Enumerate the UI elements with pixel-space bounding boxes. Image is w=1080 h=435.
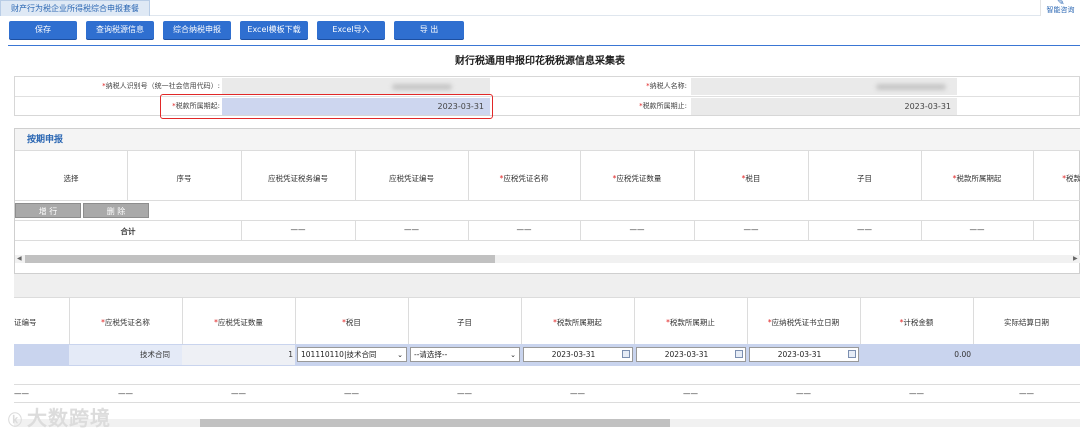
row-cert-qty[interactable]: 1 [182, 345, 295, 365]
save-button[interactable]: 保存 [9, 21, 77, 39]
total-cell: —— [404, 225, 419, 234]
dash-cell: —— [570, 389, 585, 398]
period-end-date-input[interactable]: 2023-03-31 [636, 347, 746, 362]
dash-cell: —— [683, 389, 698, 398]
header-tax-item: *税目 [741, 174, 761, 183]
header-cert-qty: *应税凭证数量 [612, 174, 662, 183]
toolbar-divider [8, 45, 1080, 46]
detail-header-sign-date: *应纳税凭证书立日期 [767, 318, 840, 327]
smart-assistant-button[interactable]: ✎ 智能咨询 [1040, 0, 1080, 16]
period-start-highlight [160, 94, 493, 119]
chevron-down-icon: ⌄ [397, 351, 403, 359]
scroll-left-icon[interactable]: ◀ [17, 255, 22, 263]
detail-header-period-start: *税款所属期起 [553, 318, 602, 327]
calendar-icon[interactable] [848, 350, 856, 358]
add-row-button[interactable]: 增 行 [15, 203, 81, 218]
calendar-icon[interactable] [622, 350, 630, 358]
scroll-thumb[interactable] [25, 255, 495, 263]
dash-cell: —— [231, 389, 246, 398]
period-start-date-input[interactable]: 2023-03-31 [523, 347, 633, 362]
dash-cell: —— [344, 389, 359, 398]
total-cell: —— [290, 225, 306, 234]
total-cell: —— [629, 225, 645, 234]
section-scrollbar[interactable]: ◀ ▶ [15, 255, 1080, 263]
period-end-label: *税款所属期止: [639, 102, 687, 110]
excel-template-download-button[interactable]: Excel模板下载 [240, 21, 308, 39]
detail-band [14, 274, 1080, 298]
watermark-logo-icon: ⓚ [8, 413, 23, 429]
detail-data-row[interactable]: 技术合同 1 101110110|技术合同 ⌄ --请选择-- ⌄ 2023-03-… [14, 344, 1080, 366]
total-cell: —— [516, 225, 532, 234]
comprehensive-filing-button[interactable]: 综合纳税申报 [163, 21, 231, 39]
row-amount: 0.00 [954, 350, 971, 359]
row-cert-name: 技术合同 [69, 345, 182, 365]
periodic-filing-section: 按期申报 选择 序号 应税凭证税务编号 应税凭证编号 *应税凭证名称 *应税凭证… [14, 128, 1080, 274]
tab-bar: 财产行为税企业所得税综合申报套餐 ✎ 智能咨询 [0, 0, 1080, 16]
header-subitem: 子目 [857, 174, 872, 183]
dash-cell: —— [118, 389, 133, 398]
export-button[interactable]: 导 出 [394, 21, 464, 39]
tab-tax-package[interactable]: 财产行为税企业所得税综合申报套餐 [0, 0, 150, 16]
total-cell: —— [743, 225, 759, 234]
taxpayer-id-value [222, 78, 490, 95]
taxpayer-name-label: *纳税人名称: [646, 82, 687, 90]
detail-header-settle-date: 实际结算日期 [1004, 318, 1049, 327]
dash-cell: —— [457, 389, 472, 398]
calendar-icon[interactable] [735, 350, 743, 358]
sign-date-input[interactable]: 2023-03-31 [749, 347, 859, 362]
header-truncated: *税款 [1062, 174, 1080, 183]
query-source-button[interactable]: 查询税源信息 [86, 21, 154, 39]
detail-scroll-thumb[interactable] [200, 419, 670, 427]
tax-item-select[interactable]: 101110110|技术合同 ⌄ [297, 347, 407, 362]
dash-cell: —— [796, 389, 811, 398]
chevron-down-icon: ⌄ [510, 351, 516, 359]
detail-scrollbar[interactable] [14, 419, 1080, 427]
redacted-name [876, 84, 946, 90]
scroll-right-icon[interactable]: ▶ [1073, 255, 1078, 263]
total-cell: —— [857, 225, 872, 234]
detail-header-cert-no: 证编号 [14, 318, 37, 327]
header-period-start: *税款所属期起 [952, 174, 1002, 183]
delete-row-button[interactable]: 删 除 [83, 203, 149, 218]
detail-header-period-end: *税款所属期止 [666, 318, 715, 327]
total-cell: —— [969, 225, 985, 234]
dash-cell: —— [909, 389, 924, 398]
detail-header-tax-item: *税目 [342, 318, 361, 327]
header-seq: 序号 [176, 174, 192, 183]
detail-header-subitem: 子目 [457, 318, 472, 327]
toolbar: 保存 查询税源信息 综合纳税申报 Excel模板下载 Excel导入 导 出 [0, 16, 1080, 46]
section-title: 按期申报 [15, 129, 1080, 151]
taxpayer-name-value [691, 78, 957, 95]
total-label: 合计 [120, 227, 136, 236]
header-cert-no: 应税凭证编号 [389, 174, 434, 183]
dash-cell: —— [14, 389, 29, 398]
header-select: 选择 [63, 174, 79, 183]
detail-header-cert-qty: *应税凭证数量 [214, 318, 263, 327]
pencil-icon: ✎ [1057, 0, 1065, 8]
redacted-id [392, 84, 452, 90]
subitem-select[interactable]: --请选择-- ⌄ [410, 347, 520, 362]
form-title: 财行税通用申报印花税税源信息采集表 [455, 56, 625, 67]
header-cert-name: *应税凭证名称 [499, 174, 549, 183]
header-cert-tax-no: 应税凭证税务编号 [268, 174, 328, 183]
excel-import-button[interactable]: Excel导入 [317, 21, 385, 39]
dash-cell: —— [1019, 389, 1034, 398]
period-end-value: 2023-03-31 [691, 98, 957, 115]
detail-header-amount: *计税金额 [899, 318, 934, 327]
detail-header-cert-name: *应税凭证名称 [101, 318, 150, 327]
watermark: ⓚ 大数跨境 [8, 406, 111, 430]
